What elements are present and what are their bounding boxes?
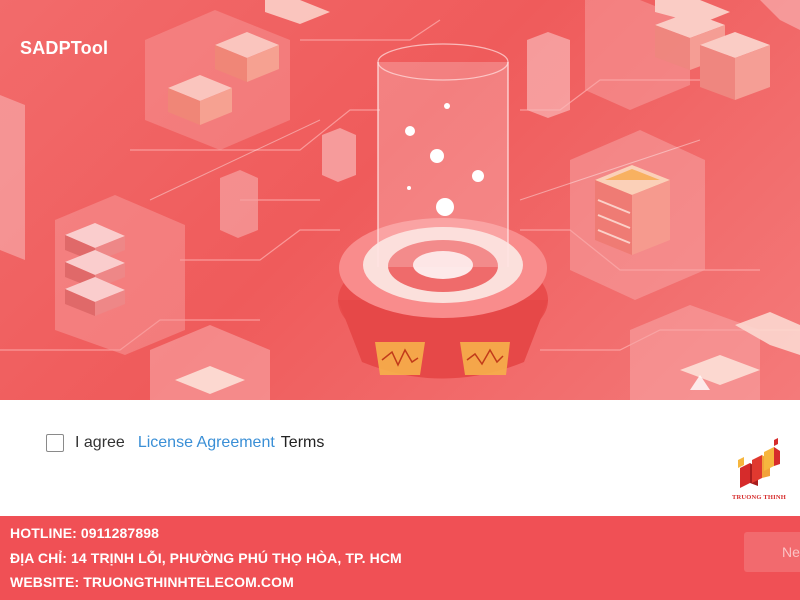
agreement-row: I agree License Agreement Terms <box>46 432 324 454</box>
address-text: ĐỊA CHỈ: 14 TRỊNH LỖI, PHƯỜNG PHÚ THỌ HÒ… <box>10 550 402 566</box>
hero-illustration <box>0 0 800 400</box>
next-button[interactable]: Ne <box>744 532 800 572</box>
agree-checkbox[interactable] <box>46 434 64 452</box>
info-bar: HOTLINE: 0911287898 ĐỊA CHỈ: 14 TRỊNH LỖ… <box>0 516 800 600</box>
hotline-text: HOTLINE: 0911287898 <box>10 525 159 541</box>
hero-banner: SADPTool <box>0 0 800 400</box>
license-agreement-link[interactable]: License Agreement <box>138 434 275 452</box>
website-text: WEBSITE: TRUONGTHINHTELECOM.COM <box>10 574 294 590</box>
truong-thinh-logo: TRUONG THINH <box>728 438 790 508</box>
app-title: SADPTool <box>20 38 109 58</box>
terms-label: Terms <box>280 434 325 451</box>
logo-text: TRUONG THINH <box>731 494 787 501</box>
agree-label: I agree <box>75 434 125 451</box>
logo-mark-icon <box>738 438 780 488</box>
